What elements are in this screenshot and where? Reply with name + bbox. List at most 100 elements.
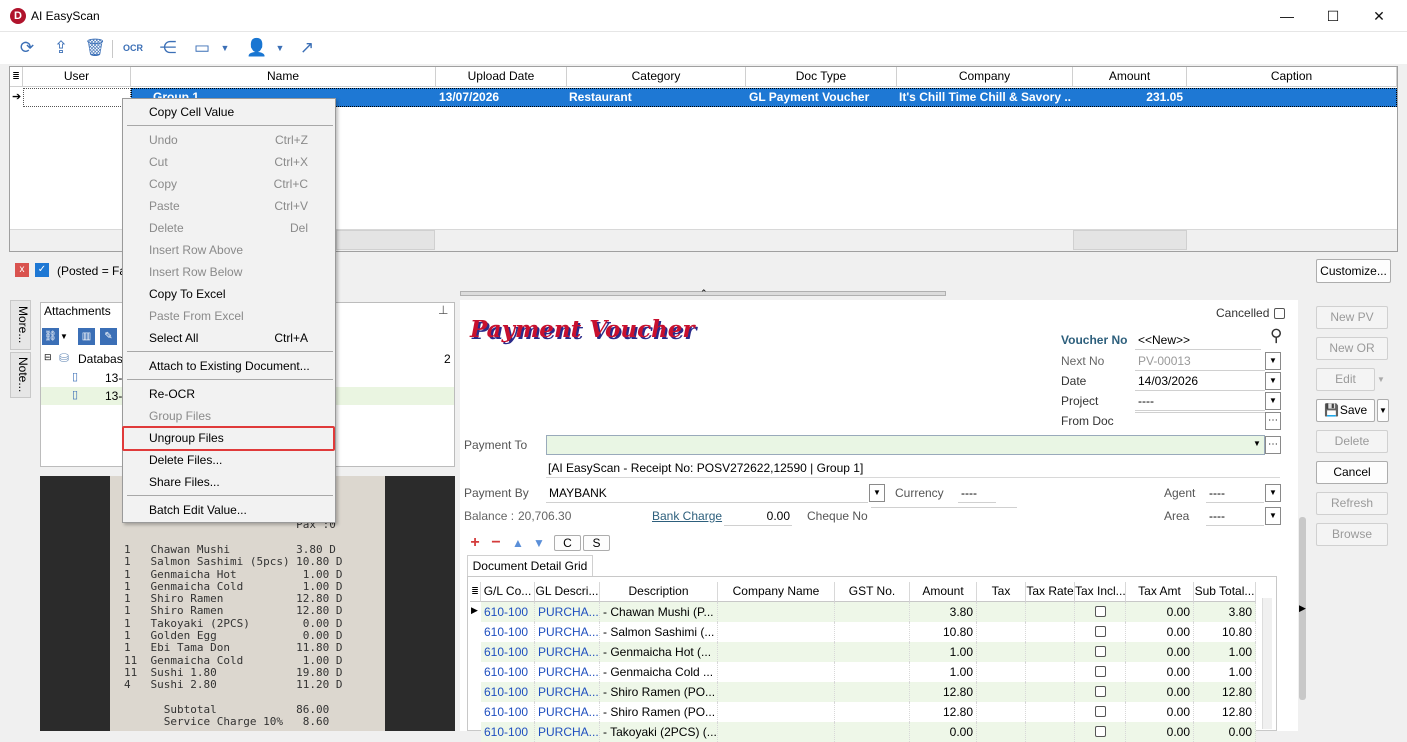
new-or-button[interactable]: New OR bbox=[1316, 337, 1388, 360]
cell-gld[interactable]: PURCHA... bbox=[535, 622, 600, 642]
cell-desc[interactable]: - Takoyaki (2PCS) (... bbox=[600, 722, 718, 742]
chevron-down-icon[interactable]: ▼ bbox=[1377, 375, 1385, 384]
cell-gl[interactable]: 610-100 bbox=[481, 602, 535, 622]
cell-tax[interactable] bbox=[977, 722, 1026, 742]
chevron-down-icon[interactable]: ▼ bbox=[1265, 507, 1281, 525]
cell-amount[interactable]: 12.80 bbox=[910, 702, 977, 722]
user-icon[interactable]: 👤 bbox=[244, 36, 270, 60]
refresh-icon[interactable]: ⟳ bbox=[14, 36, 40, 60]
cell-comp[interactable] bbox=[718, 682, 835, 702]
cell-taxamt[interactable]: 0.00 bbox=[1126, 682, 1194, 702]
cell-desc[interactable]: - Shiro Ramen (PO... bbox=[600, 682, 718, 702]
cell-gl[interactable]: 610-100 bbox=[481, 702, 535, 722]
cell-rate[interactable] bbox=[1026, 702, 1075, 722]
cell-sub[interactable]: 1.00 bbox=[1194, 642, 1256, 662]
cell-sub[interactable]: 12.80 bbox=[1194, 682, 1256, 702]
cell-gst[interactable] bbox=[835, 602, 910, 622]
tab-note[interactable]: Note... bbox=[10, 352, 31, 398]
cell-sub[interactable]: 0.00 bbox=[1194, 722, 1256, 742]
chevron-down-icon[interactable]: ▼ bbox=[60, 328, 72, 345]
cell-desc[interactable]: - Genmaicha Cold ... bbox=[600, 662, 718, 682]
remove-row-icon[interactable]: − bbox=[487, 535, 505, 551]
table-row[interactable]: 610-100 PURCHA... - Salmon Sashimi (... 10.… bbox=[481, 622, 1256, 642]
layout-icon[interactable]: ▭ bbox=[189, 36, 215, 60]
column-header-company[interactable]: Company bbox=[897, 67, 1073, 87]
tax-inclusive-checkbox[interactable] bbox=[1075, 682, 1126, 702]
pin-icon[interactable]: ⊥ bbox=[438, 303, 448, 317]
cell-amount[interactable]: 1.00 bbox=[910, 662, 977, 682]
category-cell[interactable]: Restaurant bbox=[569, 90, 744, 104]
chevron-down-icon[interactable]: ▼ bbox=[1377, 399, 1389, 422]
grid-menu-icon[interactable]: ≣ bbox=[470, 582, 481, 602]
tax-inclusive-checkbox[interactable] bbox=[1075, 662, 1126, 682]
cell-gl[interactable]: 610-100 bbox=[481, 682, 535, 702]
doc-type-cell[interactable]: GL Payment Voucher bbox=[749, 90, 895, 104]
cell-rate[interactable] bbox=[1026, 622, 1075, 642]
cell-taxamt[interactable]: 0.00 bbox=[1126, 722, 1194, 742]
cell-rate[interactable] bbox=[1026, 682, 1075, 702]
cell-gld[interactable]: PURCHA... bbox=[535, 682, 600, 702]
amount-cell[interactable]: 231.05 bbox=[1075, 90, 1183, 104]
tax-inclusive-checkbox[interactable] bbox=[1075, 602, 1126, 622]
search-icon[interactable]: ⚲ bbox=[1270, 326, 1282, 346]
vertical-scrollbar[interactable] bbox=[1262, 598, 1272, 729]
cell-desc[interactable]: - Salmon Sashimi (... bbox=[600, 622, 718, 642]
cell-amount[interactable]: 3.80 bbox=[910, 602, 977, 622]
filter-checkbox[interactable]: ✓ bbox=[35, 263, 49, 277]
edit-icon[interactable]: ✎ bbox=[100, 328, 117, 345]
table-row[interactable]: 610-100 PURCHA... - Chawan Mushi (P... 3.80… bbox=[481, 602, 1256, 622]
column-header-user[interactable]: User bbox=[23, 67, 131, 87]
cell-tax[interactable] bbox=[977, 702, 1026, 722]
cell-tax[interactable] bbox=[977, 622, 1026, 642]
column-header-gst-no[interactable]: GST No. bbox=[835, 582, 910, 602]
column-header-sub-total[interactable]: Sub Total... bbox=[1194, 582, 1256, 602]
add-row-icon[interactable]: + bbox=[466, 535, 484, 551]
from-doc-field[interactable] bbox=[1135, 412, 1265, 413]
cell-gst[interactable] bbox=[835, 622, 910, 642]
menu-item-cut[interactable]: Cut Ctrl+X bbox=[123, 151, 335, 173]
menu-item-copy-to-excel[interactable]: Copy To Excel bbox=[123, 283, 335, 305]
cell-gl[interactable]: 610-100 bbox=[481, 622, 535, 642]
cell-comp[interactable] bbox=[718, 642, 835, 662]
collapse-icon[interactable]: ⊟ bbox=[44, 352, 52, 363]
menu-item-attach-to-existing-document[interactable]: Attach to Existing Document... bbox=[123, 355, 335, 377]
cell-rate[interactable] bbox=[1026, 602, 1075, 622]
cell-gst[interactable] bbox=[835, 702, 910, 722]
tree-item[interactable]: 13- bbox=[105, 371, 122, 385]
panel-icon[interactable]: ⋲ bbox=[155, 36, 181, 60]
area-field[interactable]: ---- bbox=[1206, 507, 1264, 526]
c-button[interactable]: C bbox=[554, 535, 581, 551]
menu-item-paste-from-excel[interactable]: Paste From Excel bbox=[123, 305, 335, 327]
maximize-button[interactable]: ☐ bbox=[1310, 0, 1356, 32]
delete-button[interactable]: Delete bbox=[1316, 430, 1388, 453]
trash-icon[interactable]: 🗑 bbox=[82, 36, 108, 60]
cell-tax[interactable] bbox=[977, 662, 1026, 682]
cell-tax[interactable] bbox=[977, 602, 1026, 622]
upload-icon[interactable]: ⇪ bbox=[48, 36, 74, 60]
user-cell[interactable] bbox=[23, 88, 131, 107]
column-header-gl-code[interactable]: G/L Co... bbox=[481, 582, 535, 602]
column-header-upload-date[interactable]: Upload Date bbox=[436, 67, 567, 87]
cell-sub[interactable]: 3.80 bbox=[1194, 602, 1256, 622]
table-row[interactable]: 610-100 PURCHA... - Shiro Ramen (PO... 12.8… bbox=[481, 682, 1256, 702]
upload-date-cell[interactable]: 13/07/2026 bbox=[439, 90, 565, 104]
column-header-company-name[interactable]: Company Name bbox=[718, 582, 835, 602]
cell-comp[interactable] bbox=[718, 622, 835, 642]
cell-comp[interactable] bbox=[718, 722, 835, 742]
cell-taxamt[interactable]: 0.00 bbox=[1126, 642, 1194, 662]
cell-rate[interactable] bbox=[1026, 642, 1075, 662]
cell-taxamt[interactable]: 0.00 bbox=[1126, 622, 1194, 642]
cell-desc[interactable]: - Genmaicha Hot (... bbox=[600, 642, 718, 662]
column-header-amount[interactable]: Amount bbox=[1073, 67, 1187, 87]
cell-gld[interactable]: PURCHA... bbox=[535, 662, 600, 682]
customize-button[interactable]: Customize... bbox=[1316, 259, 1391, 283]
browse-button[interactable]: Browse bbox=[1316, 523, 1388, 546]
menu-item-copy[interactable]: Copy Ctrl+C bbox=[123, 173, 335, 195]
column-header-tax[interactable]: Tax bbox=[977, 582, 1026, 602]
project-field[interactable]: ---- bbox=[1135, 392, 1265, 411]
chevron-right-icon[interactable]: ▶ bbox=[1299, 603, 1306, 614]
chevron-down-icon[interactable]: ▼ bbox=[1265, 352, 1281, 370]
cheque-no-field[interactable] bbox=[871, 507, 1017, 508]
menu-item-batch-edit-value[interactable]: Batch Edit Value... bbox=[123, 499, 335, 521]
voucher-no-field[interactable]: <<New>> bbox=[1135, 331, 1261, 350]
